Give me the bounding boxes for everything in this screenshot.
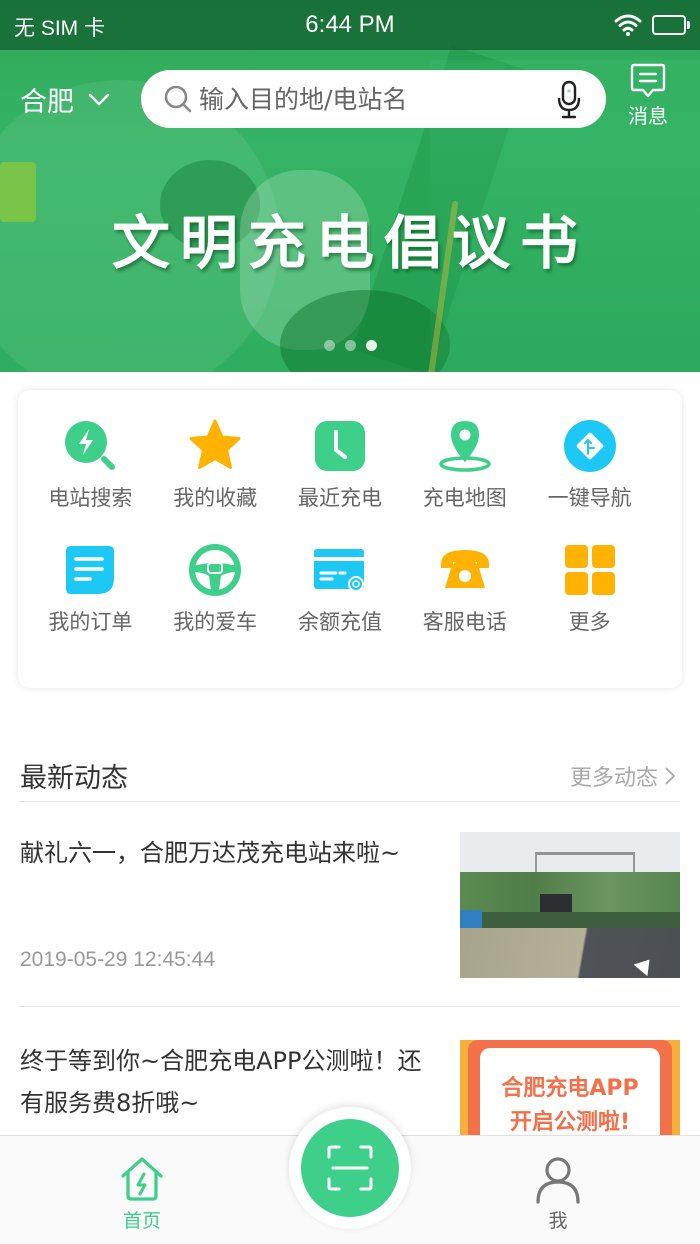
quick-action-label: 我的订单 bbox=[48, 610, 133, 634]
carousel-indicator bbox=[0, 340, 700, 351]
microphone-icon[interactable] bbox=[556, 80, 582, 120]
scan-icon bbox=[327, 1145, 373, 1191]
station-search-icon bbox=[65, 421, 116, 470]
quick-action-label: 更多 bbox=[568, 610, 611, 634]
message-icon bbox=[630, 63, 666, 98]
grid-more-icon bbox=[564, 545, 615, 595]
order-list-icon bbox=[66, 546, 115, 594]
carousel-dot[interactable] bbox=[323, 340, 335, 351]
tab-me[interactable]: 我 bbox=[498, 1154, 618, 1233]
status-bar: 无 SIM 卡 6:44 PM bbox=[0, 0, 700, 50]
messages-label: 消息 bbox=[628, 104, 668, 128]
hero-banner[interactable]: 无 SIM 卡 6:44 PM 合肥 输入目的地/电站名 消息 文明充电倡议书 bbox=[0, 0, 700, 372]
promo-text: 开启公测啦! bbox=[509, 1110, 631, 1135]
carousel-dot[interactable] bbox=[344, 340, 356, 351]
news-section-title: 最新动态 bbox=[20, 763, 128, 794]
quick-action-label: 一键导航 bbox=[547, 486, 632, 510]
wifi-icon bbox=[614, 14, 642, 36]
search-icon bbox=[164, 85, 192, 113]
search-input[interactable] bbox=[199, 80, 539, 118]
navigation-icon bbox=[563, 420, 616, 472]
city-selector[interactable]: 合肥 bbox=[20, 80, 110, 119]
quick-action-navigation[interactable]: 一键导航 bbox=[527, 418, 652, 512]
quick-action-station-search[interactable]: 电站搜索 bbox=[28, 418, 153, 512]
quick-action-label: 客服电话 bbox=[422, 610, 507, 634]
quick-action-label: 我的爱车 bbox=[173, 610, 258, 634]
quick-action-more[interactable]: 更多 bbox=[527, 542, 652, 636]
quick-actions-card: 电站搜索 我的收藏 最近充电 充电地图 一键导航 我的订单 我的爱车 余额充值 … bbox=[18, 390, 682, 688]
quick-action-recharge[interactable]: 余额充值 bbox=[278, 542, 403, 636]
status-time: 6:44 PM bbox=[305, 11, 395, 38]
news-section-header: 最新动态 更多动态 bbox=[20, 752, 680, 802]
more-news-link[interactable]: 更多动态 bbox=[570, 760, 676, 792]
tab-home[interactable]: 首页 bbox=[82, 1154, 202, 1233]
search-bar[interactable] bbox=[141, 70, 606, 128]
quick-action-customer-service[interactable]: 客服电话 bbox=[402, 542, 527, 636]
quick-action-recent-charging[interactable]: 最近充电 bbox=[278, 418, 403, 512]
tab-home-label: 首页 bbox=[122, 1210, 161, 1232]
promo-text: 合肥充电APP bbox=[501, 1076, 639, 1101]
news-item[interactable]: 献礼六一，合肥万达茂充电站来啦~ 2019-05-29 12:45:44 bbox=[20, 822, 680, 1007]
quick-action-label: 最近充电 bbox=[297, 486, 382, 510]
quick-action-label: 电站搜索 bbox=[48, 486, 133, 510]
news-item-title: 终于等到你~合肥充电APP公测啦！还有服务费8折哦~ bbox=[20, 1047, 422, 1117]
clock-icon bbox=[314, 421, 365, 471]
quick-actions-grid: 电站搜索 我的收藏 最近充电 充电地图 一键导航 我的订单 我的爱车 余额充值 … bbox=[28, 418, 652, 636]
chevron-right-icon bbox=[665, 767, 676, 785]
carousel-dot-active[interactable] bbox=[365, 340, 377, 351]
more-news-label: 更多动态 bbox=[569, 766, 658, 791]
quick-action-label: 充电地图 bbox=[422, 486, 507, 510]
news-item-title: 献礼六一，合肥万达茂充电站来啦~ bbox=[20, 839, 401, 867]
banner-title: 文明充电倡议书 bbox=[111, 209, 588, 277]
home-icon bbox=[121, 1157, 163, 1201]
quick-action-my-car[interactable]: 我的爱车 bbox=[153, 542, 278, 636]
quick-action-my-orders[interactable]: 我的订单 bbox=[28, 542, 153, 636]
telephone-icon bbox=[440, 550, 489, 588]
chevron-down-icon bbox=[88, 93, 110, 106]
tab-me-label: 我 bbox=[548, 1210, 568, 1232]
news-item-date: 2019-05-29 12:45:44 bbox=[20, 948, 215, 971]
user-icon bbox=[536, 1157, 580, 1204]
quick-action-charging-map[interactable]: 充电地图 bbox=[402, 418, 527, 512]
map-pin-icon bbox=[439, 421, 491, 472]
card-recharge-icon bbox=[313, 549, 364, 592]
news-thumbnail-charging-station bbox=[460, 832, 680, 978]
messages-button[interactable]: 消息 bbox=[622, 62, 674, 132]
steering-wheel-icon bbox=[189, 544, 242, 596]
quick-action-favorites[interactable]: 我的收藏 bbox=[153, 418, 278, 512]
scan-button-ring bbox=[289, 1107, 411, 1229]
city-label: 合肥 bbox=[20, 87, 74, 118]
quick-action-label: 我的收藏 bbox=[173, 486, 258, 510]
quick-action-label: 余额充值 bbox=[297, 610, 382, 634]
battery-icon bbox=[652, 15, 690, 35]
star-icon bbox=[189, 419, 241, 469]
scan-button[interactable] bbox=[301, 1119, 399, 1217]
